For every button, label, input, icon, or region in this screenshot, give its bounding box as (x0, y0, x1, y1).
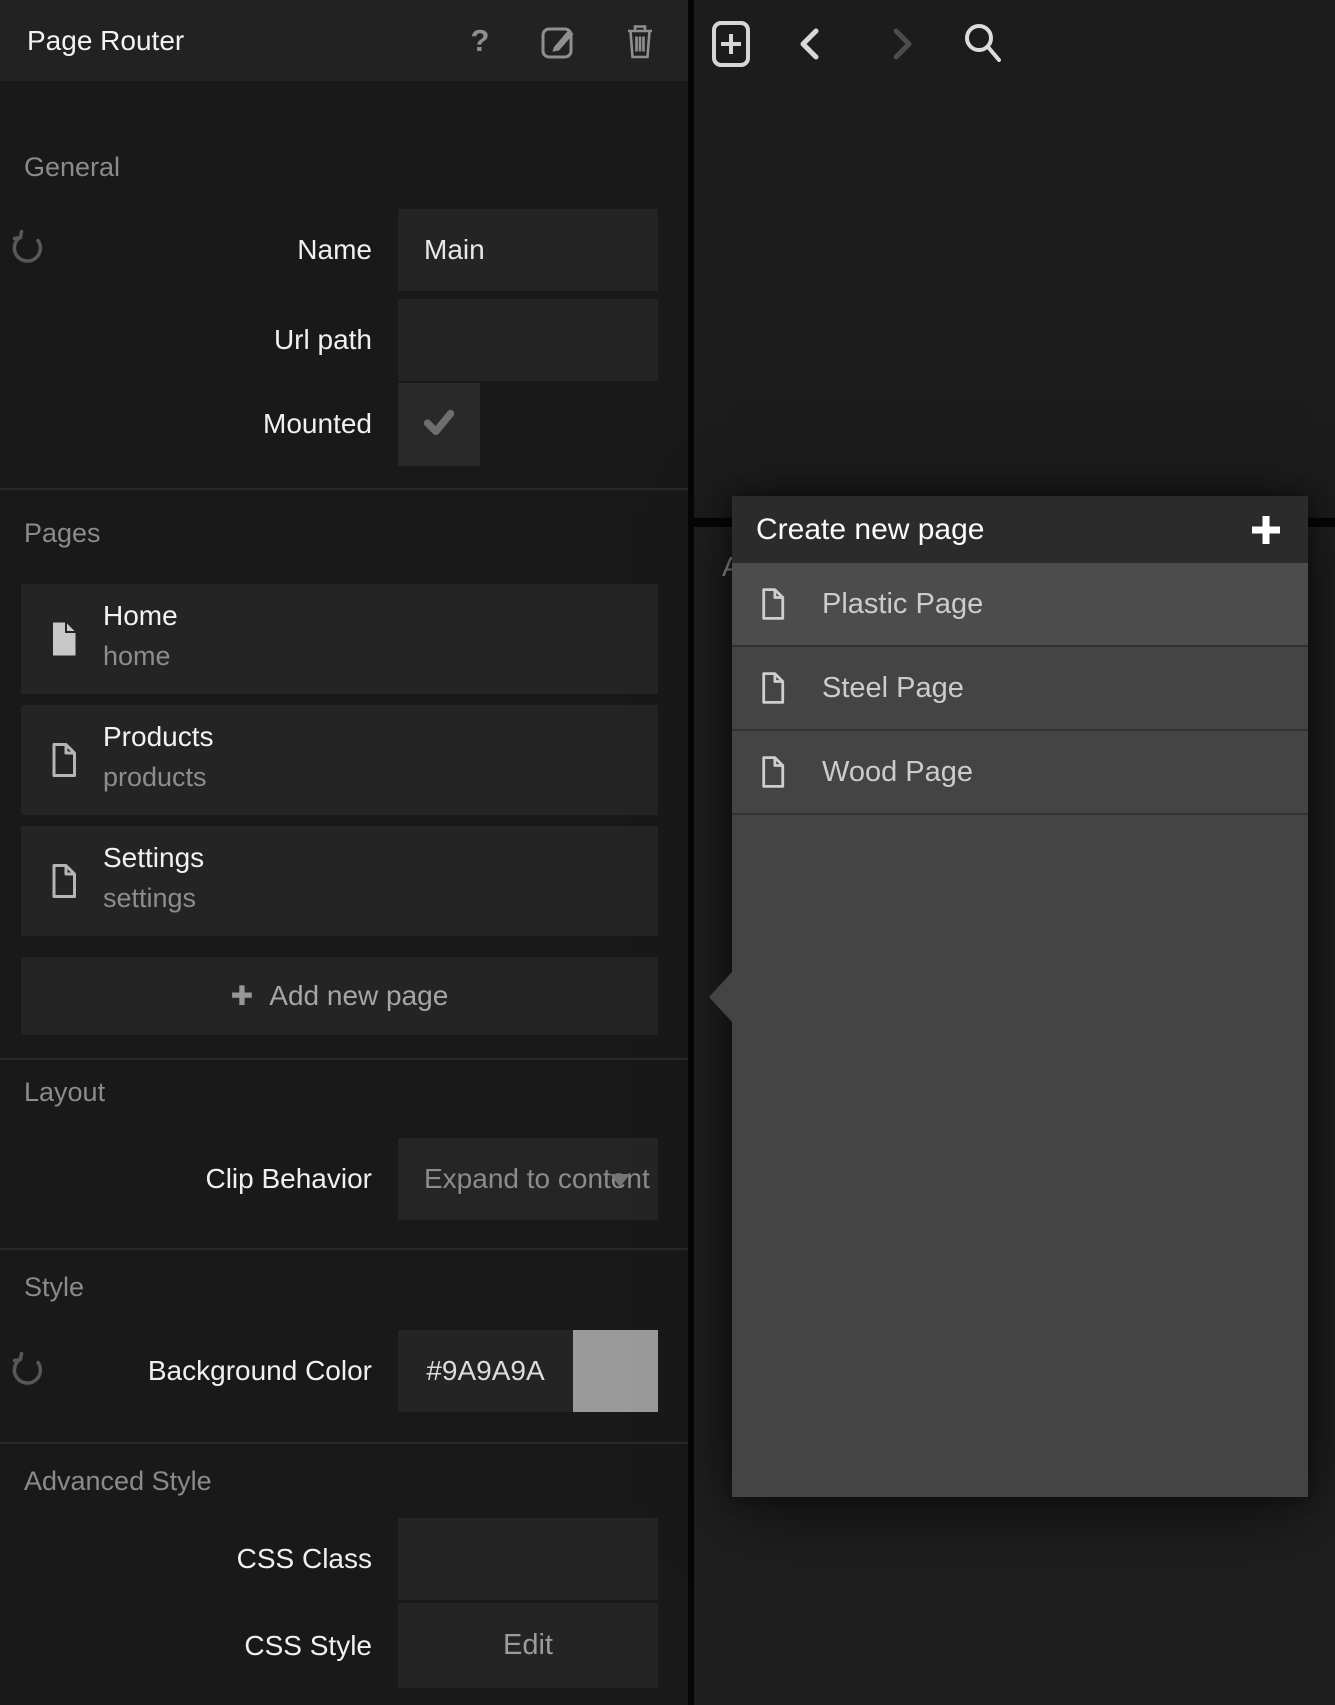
section-divider (0, 488, 688, 490)
page-row-home[interactable]: Home home (21, 584, 658, 694)
checkmark-icon (418, 401, 460, 448)
popup-header: Create new page (732, 496, 1308, 563)
page-outline-icon (760, 754, 786, 795)
add-new-page-label: Add new page (269, 980, 448, 1012)
page-outline-icon (760, 670, 786, 711)
add-new-page-button[interactable]: ✚ Add new page (21, 957, 658, 1035)
popup-arrow (709, 972, 732, 1022)
popup-item-label: Plastic Page (822, 563, 983, 645)
popup-item-wood-page[interactable]: Wood Page (732, 731, 1308, 813)
background-color-value[interactable]: #9A9A9A (398, 1330, 573, 1412)
plus-icon: ✚ (231, 981, 254, 1012)
clip-behavior-label: Clip Behavior (0, 1138, 372, 1220)
clip-behavior-select[interactable]: Expand to content (398, 1138, 658, 1220)
css-style-edit-button[interactable]: Edit (398, 1603, 658, 1688)
css-style-label: CSS Style (0, 1603, 372, 1688)
node-canvas[interactable] (694, 0, 1335, 518)
css-class-input[interactable] (398, 1518, 658, 1600)
trash-icon[interactable] (620, 0, 660, 81)
create-page-plus-icon[interactable] (1248, 512, 1284, 553)
popup-item-label: Wood Page (822, 731, 973, 813)
page-outline-icon (50, 742, 78, 783)
properties-panel: Page Router ? Gener (0, 0, 688, 1705)
popup-item-label: Steel Page (822, 647, 964, 729)
popup-title: Create new page (756, 496, 985, 563)
css-class-label: CSS Class (0, 1518, 372, 1600)
mounted-label: Mounted (0, 383, 372, 465)
app-window: Page Router ? Gener (0, 0, 1335, 1705)
create-page-popup: Create new page Plastic Page (732, 496, 1308, 1497)
page-row-settings[interactable]: Settings settings (21, 826, 658, 936)
search-icon[interactable] (960, 20, 1006, 71)
page-title: Home (103, 600, 178, 632)
popup-item-plastic-page[interactable]: Plastic Page (732, 563, 1308, 645)
page-outline-icon (760, 586, 786, 627)
popup-item-divider (732, 813, 1308, 815)
caret-down-icon (610, 1174, 630, 1187)
section-label-pages: Pages (24, 518, 101, 549)
page-outline-icon (50, 863, 78, 904)
add-page-icon[interactable] (711, 20, 751, 73)
section-divider (0, 1248, 688, 1250)
section-divider (0, 1058, 688, 1060)
background-color-label: Background Color (0, 1330, 372, 1412)
properties-panel-header: Page Router ? (0, 0, 688, 81)
section-label-layout: Layout (24, 1077, 105, 1108)
section-divider (0, 1442, 688, 1444)
section-label-style: Style (24, 1272, 84, 1303)
help-icon[interactable]: ? (460, 0, 500, 81)
page-path: home (103, 641, 171, 672)
mounted-checkbox[interactable] (398, 383, 480, 466)
section-label-general: General (24, 152, 120, 183)
page-path: products (103, 762, 207, 793)
name-input[interactable]: Main (398, 209, 658, 291)
color-swatch[interactable] (573, 1330, 658, 1412)
page-path: settings (103, 883, 196, 914)
forward-chevron-icon[interactable] (884, 27, 918, 66)
page-title: Products (103, 721, 214, 753)
url-path-label: Url path (0, 299, 372, 381)
back-chevron-icon[interactable] (794, 27, 828, 66)
page-title: Settings (103, 842, 204, 874)
url-path-input[interactable] (398, 299, 658, 381)
page-row-products[interactable]: Products products (21, 705, 658, 815)
popup-item-steel-page[interactable]: Steel Page (732, 647, 1308, 729)
edit-icon[interactable] (539, 0, 579, 81)
section-label-advanced-style: Advanced Style (24, 1466, 212, 1497)
page-filled-icon (50, 621, 78, 662)
panel-title: Page Router (27, 0, 184, 81)
name-label: Name (0, 209, 372, 291)
